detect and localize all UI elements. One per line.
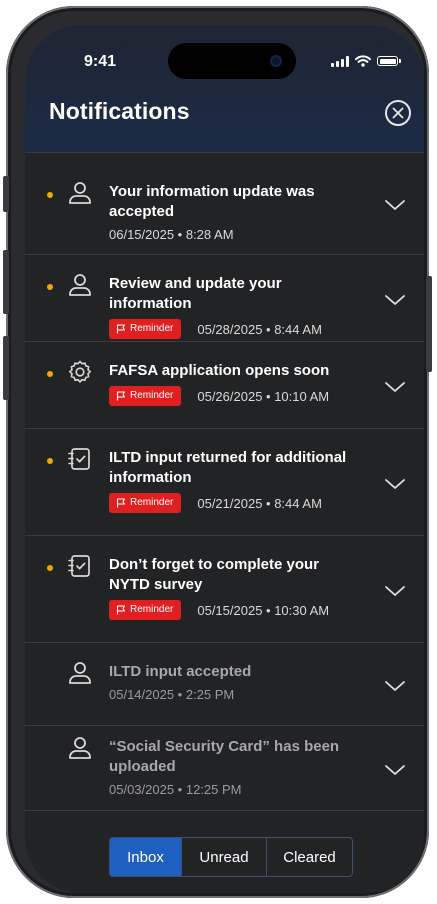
chevron-down-icon[interactable] xyxy=(384,477,406,491)
action-button xyxy=(3,176,9,212)
notification-title: ILTD input returned for additional infor… xyxy=(109,449,347,486)
reminder-badge: Reminder xyxy=(109,600,182,620)
notification-item[interactable]: FAFSA application opens soon Reminder 05/2… xyxy=(25,341,424,428)
tab-cleared[interactable]: Cleared xyxy=(266,838,352,876)
notification-date: 05/28/2025 • 8:44 AM xyxy=(197,321,322,337)
notification-date: 05/15/2025 • 10:30 AM xyxy=(197,602,330,618)
flag-icon xyxy=(116,498,126,508)
chevron-down-icon[interactable] xyxy=(384,584,406,598)
reminder-label: Reminder xyxy=(130,604,174,615)
dynamic-island xyxy=(168,43,296,79)
volume-up-button xyxy=(3,250,9,314)
chevron-down-icon[interactable] xyxy=(384,380,406,394)
tab-inbox[interactable]: Inbox xyxy=(110,838,181,876)
notification-title: “Social Security Card” has been uploaded xyxy=(109,738,340,775)
notification-date: 05/21/2025 • 8:44 AM xyxy=(197,495,322,511)
notification-date: 05/14/2025 • 2:25 PM xyxy=(109,687,235,702)
status-time: 9:41 xyxy=(84,53,117,70)
page-title: Notifications xyxy=(49,98,190,124)
filter-tabs: Inbox Unread Cleared xyxy=(109,837,353,877)
volume-down-button xyxy=(3,336,9,400)
status-icons xyxy=(331,55,401,67)
person-icon xyxy=(67,660,93,686)
chevron-down-icon[interactable] xyxy=(384,763,406,777)
tab-unread[interactable]: Unread xyxy=(181,838,266,876)
notification-title: Don’t forget to complete your NYTD surve… xyxy=(109,556,319,593)
checklist-icon xyxy=(67,553,93,579)
reminder-badge: Reminder xyxy=(109,386,182,406)
notification-title: FAFSA application opens soon xyxy=(109,362,330,379)
reminder-label: Reminder xyxy=(130,497,174,508)
unread-indicator xyxy=(47,458,53,464)
notification-item[interactable]: Review and update your information Remind… xyxy=(25,254,424,341)
notification-item[interactable]: ILTD input returned for additional infor… xyxy=(25,428,424,535)
notification-date: 05/03/2025 • 12:25 PM xyxy=(109,782,242,797)
notification-title: Your information update was accepted xyxy=(109,183,315,220)
notification-item[interactable]: Don’t forget to complete your NYTD surve… xyxy=(25,535,424,642)
reminder-badge: Reminder xyxy=(109,319,182,339)
notification-title: ILTD input accepted xyxy=(109,663,252,680)
notification-date: 05/26/2025 • 10:10 AM xyxy=(197,388,330,404)
close-icon xyxy=(392,107,404,119)
power-button xyxy=(426,276,432,372)
person-icon xyxy=(67,180,93,206)
chevron-down-icon[interactable] xyxy=(384,198,406,212)
flag-icon xyxy=(116,391,126,401)
screen: 9:41 Notifications Your information upda… xyxy=(25,25,424,893)
checklist-icon xyxy=(67,446,93,472)
wifi-icon xyxy=(355,55,371,67)
camera-icon xyxy=(270,55,282,67)
flag-icon xyxy=(116,324,126,334)
reminder-label: Reminder xyxy=(130,390,174,401)
signal-icon xyxy=(331,55,349,67)
close-button[interactable] xyxy=(385,100,411,126)
gear-icon xyxy=(67,359,93,385)
person-icon xyxy=(67,735,93,761)
phone-frame: 9:41 Notifications Your information upda… xyxy=(3,6,432,898)
notification-item[interactable]: “Social Security Card” has been uploaded… xyxy=(25,725,424,811)
unread-indicator xyxy=(47,284,53,290)
unread-indicator xyxy=(47,565,53,571)
battery-icon xyxy=(377,56,401,66)
chevron-down-icon[interactable] xyxy=(384,679,406,693)
person-icon xyxy=(67,272,93,298)
reminder-label: Reminder xyxy=(130,323,174,334)
notification-item[interactable]: Your information update was accepted 06/1… xyxy=(25,152,424,254)
unread-indicator xyxy=(47,192,53,198)
chevron-down-icon[interactable] xyxy=(384,293,406,307)
flag-icon xyxy=(116,605,126,615)
notification-item[interactable]: ILTD input accepted 05/14/2025 • 2:25 PM xyxy=(25,642,424,725)
notification-date: 06/15/2025 • 8:28 AM xyxy=(109,227,234,242)
unread-indicator xyxy=(47,371,53,377)
reminder-badge: Reminder xyxy=(109,493,182,513)
notification-title: Review and update your information xyxy=(109,275,282,312)
